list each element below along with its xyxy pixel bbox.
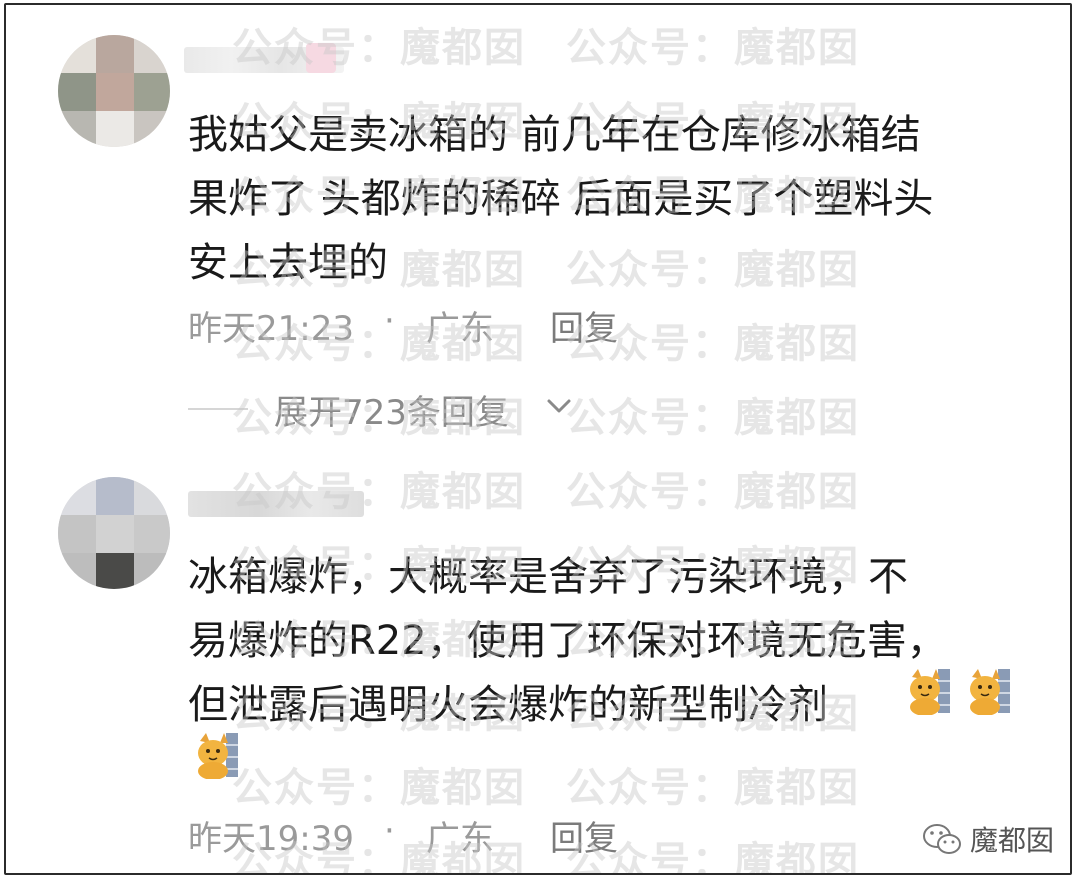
comment-line: 果炸了 头都炸的稀碎 后面是买了个塑料头 [188,176,934,222]
comment-line: 安上去埋的 [188,240,388,286]
watermark-text: 公众号：魔都囡 [232,765,526,811]
comment-time: 昨天21:23 [188,309,354,349]
reply-button[interactable]: 回复 [550,811,618,860]
avatar[interactable] [58,35,170,147]
comment-body: 我姑父是卖冰箱的 前几年在仓库修冰箱结 果炸了 头都炸的稀碎 后面是买了个塑料头… [188,103,1048,295]
reply-button[interactable]: 回复 [550,301,618,350]
cat-icon [910,669,950,715]
comment-line: 易爆炸的R22，使用了环保对环境无危害， [188,618,947,664]
chevron-down-icon [547,399,571,413]
comment-screenshot: 我姑父是卖冰箱的 前几年在仓库修冰箱结 果炸了 头都炸的稀碎 后面是买了个塑料头… [4,3,1072,875]
watermark-text: 公众号：魔都囡 [566,25,860,71]
expand-replies-label: 展开723条回复 [274,393,509,433]
separator-dot: · [384,301,395,341]
comment-line: 我姑父是卖冰箱的 前几年在仓库修冰箱结 [188,112,921,158]
comment-location: 广东 [426,309,494,349]
cat-icon [970,669,1010,715]
avatar[interactable] [58,477,170,589]
comment-line: 冰箱爆炸，大概率是舍弃了污染环境，不 [188,554,908,600]
comment-location: 广东 [426,819,494,859]
brand-mark: 魔都囡 [922,817,1054,861]
badge-blurred [306,43,336,73]
watermark-text: 公众号：魔都囡 [566,469,860,515]
divider-line [188,408,248,410]
brand-name: 魔都囡 [970,824,1055,857]
watermark-text: 公众号：魔都囡 [566,395,860,441]
watermark-text: 公众号：魔都囡 [566,765,860,811]
username-blurred[interactable] [188,491,364,517]
separator-dot: · [384,811,395,851]
comment-time: 昨天19:39 [188,819,354,859]
cat-icon [198,733,238,779]
wechat-icon [923,824,961,854]
